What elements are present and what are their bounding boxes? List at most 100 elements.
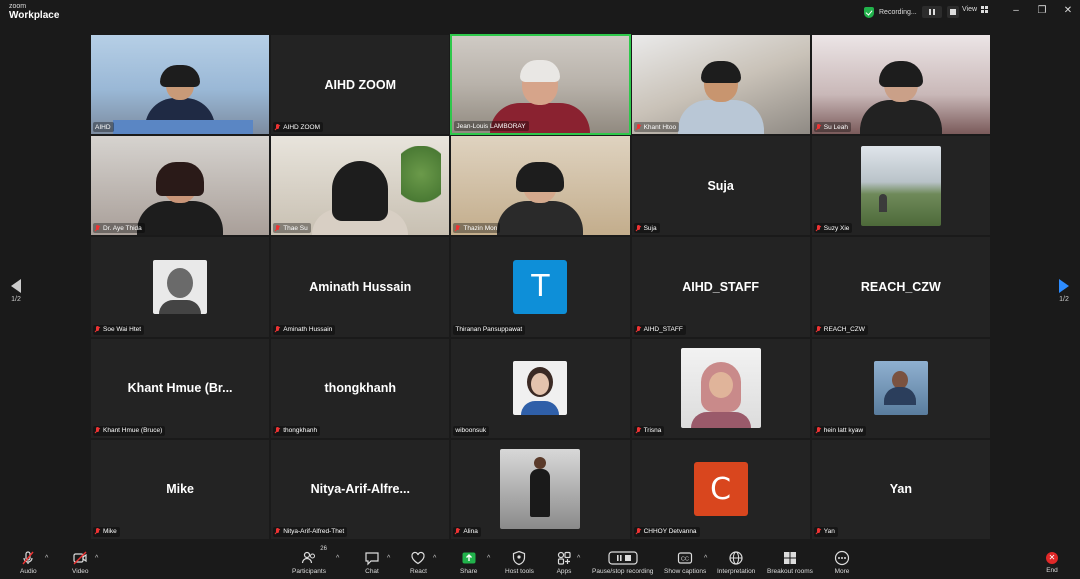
audio-button[interactable]: Audio — [20, 550, 37, 575]
pause-recording-label: Pause/stop recording — [592, 568, 654, 575]
muted-mic-icon — [275, 326, 281, 333]
stop-recording-icon[interactable] — [946, 6, 959, 18]
participant-tile[interactable]: Alina — [450, 438, 631, 540]
muted-mic-icon — [275, 123, 281, 131]
participant-tile[interactable]: Su Leah — [810, 34, 991, 136]
chevron-left-icon — [11, 279, 21, 293]
participant-tile[interactable]: Soe Wai Htet — [90, 236, 271, 338]
apps-options-caret[interactable]: ^ — [577, 555, 580, 562]
participant-display-name: Aminath Hussain — [309, 279, 412, 294]
participant-tile[interactable]: C CHHOY Detvanna — [630, 438, 811, 540]
participant-tile[interactable]: Thae Su — [270, 135, 451, 237]
more-label: More — [834, 568, 850, 575]
more-button[interactable]: More — [834, 550, 850, 575]
participants-icon: 26 — [301, 546, 327, 566]
participant-display-name: REACH_CZW — [860, 279, 941, 294]
muted-mic-icon — [816, 528, 822, 535]
muted-mic-icon — [636, 528, 642, 535]
captions-options-caret[interactable]: ^ — [704, 555, 707, 562]
react-options-caret[interactable]: ^ — [433, 555, 436, 562]
next-page-button[interactable]: 1/2 — [1054, 279, 1074, 303]
previous-page-button[interactable]: 1/2 — [6, 279, 26, 303]
react-button[interactable]: React — [410, 550, 427, 575]
participant-tile[interactable]: Aminath Hussain Aminath Hussain — [270, 236, 451, 338]
active-speaker-tile[interactable]: Jean-Louis LAMBORAY — [450, 34, 631, 136]
muted-mic-icon — [95, 224, 101, 232]
participant-tile[interactable]: AIHD — [90, 34, 271, 136]
video-off-icon — [72, 550, 88, 566]
muted-mic-icon — [816, 427, 822, 434]
breakout-rooms-button[interactable]: Breakout rooms — [767, 550, 813, 575]
host-tools-button[interactable]: Host tools — [505, 550, 534, 575]
participant-tile[interactable]: Khant Hmue (Br... Khant Hmue (Bruce) — [90, 337, 271, 439]
chevron-right-icon — [1059, 279, 1069, 293]
participant-tile[interactable]: Dr. Aye Thida — [90, 135, 271, 237]
muted-mic-icon — [20, 550, 36, 566]
avatar: C — [693, 462, 748, 517]
participant-tile[interactable]: Yan Yan — [810, 438, 991, 540]
profile-picture — [873, 361, 928, 416]
audio-label: Audio — [20, 568, 37, 575]
participant-name: wiboonsuk — [453, 425, 490, 436]
participant-name: Suja — [633, 223, 660, 234]
minimize-button[interactable]: – — [1009, 4, 1023, 18]
more-icon — [834, 550, 850, 566]
participant-tile[interactable]: Suja Suja — [630, 135, 811, 237]
globe-icon — [728, 550, 744, 566]
restore-button[interactable]: ❐ — [1035, 4, 1049, 18]
participant-name: Thiranan Pansuppawat — [453, 324, 526, 335]
shield-icon[interactable] — [864, 6, 874, 18]
participant-tile[interactable]: hein latt kyaw — [810, 337, 991, 439]
participant-tile[interactable]: Nitya-Arif-Alfre... Nitya-Arif-Alfred-Th… — [270, 438, 451, 540]
participants-button[interactable]: 26 Participants — [292, 546, 327, 575]
pause-recording-icon[interactable] — [921, 6, 942, 18]
participants-options-caret[interactable]: ^ — [336, 555, 339, 562]
interpretation-button[interactable]: Interpretation — [717, 550, 755, 575]
participant-tile[interactable]: wiboonsuk — [450, 337, 631, 439]
participant-tile[interactable]: AIHD_STAFF AIHD_STAFF — [630, 236, 811, 338]
view-button[interactable]: View — [962, 6, 989, 13]
participant-name: Dr. Aye Thida — [93, 223, 145, 234]
captions-icon: CC — [677, 550, 693, 566]
end-meeting-button[interactable]: ✕ End — [1046, 550, 1058, 574]
participant-name: Yan — [813, 526, 838, 537]
brand-top: zoom — [9, 3, 27, 10]
breakout-rooms-label: Breakout rooms — [767, 568, 813, 575]
participant-name: REACH_CZW — [813, 324, 868, 335]
chat-options-caret[interactable]: ^ — [387, 555, 390, 562]
participant-tile[interactable]: thongkhanh thongkhanh — [270, 337, 451, 439]
muted-mic-icon — [636, 326, 642, 333]
participant-tile[interactable]: AIHD ZOOM AIHD ZOOM — [270, 34, 451, 136]
brand-bottom: Workplace — [9, 10, 60, 21]
chat-button[interactable]: Chat — [364, 550, 380, 575]
video-button[interactable]: Video — [72, 550, 89, 575]
profile-picture — [860, 145, 941, 226]
share-options-caret[interactable]: ^ — [487, 555, 490, 562]
heart-icon — [410, 550, 426, 566]
interpretation-label: Interpretation — [717, 568, 756, 575]
captions-button[interactable]: CC Show captions — [664, 550, 706, 575]
participant-tile[interactable]: Thazin Mon — [450, 135, 631, 237]
video-options-caret[interactable]: ^ — [95, 555, 98, 562]
participant-tile[interactable]: Suzy Xie — [810, 135, 991, 237]
share-label: Share — [460, 568, 478, 575]
participant-display-name: Mike — [166, 482, 194, 497]
apps-button[interactable]: Apps — [556, 550, 572, 575]
participant-tile[interactable]: Trisna — [630, 337, 811, 439]
muted-mic-icon — [95, 326, 101, 333]
title-bar: zoom Workplace Recording... View – ❐ ✕ — [0, 0, 1080, 26]
share-button[interactable]: Share — [460, 550, 477, 575]
participant-display-name: AIHD ZOOM — [324, 77, 397, 92]
muted-mic-icon — [275, 528, 281, 535]
participant-tile[interactable]: T Thiranan Pansuppawat — [450, 236, 631, 338]
participant-tile[interactable]: Mike Mike — [90, 438, 271, 540]
close-button[interactable]: ✕ — [1061, 4, 1075, 18]
audio-options-caret[interactable]: ^ — [45, 555, 48, 562]
breakout-rooms-icon — [782, 550, 798, 566]
participant-tile[interactable]: REACH_CZW REACH_CZW — [810, 236, 991, 338]
participant-display-name: AIHD_STAFF — [682, 279, 760, 294]
muted-mic-icon — [636, 427, 642, 434]
participant-tile[interactable]: Khant Htoo — [630, 34, 811, 136]
participant-name: AIHD_STAFF — [633, 324, 686, 335]
pause-stop-recording-button[interactable]: Pause/stop recording — [592, 550, 653, 575]
